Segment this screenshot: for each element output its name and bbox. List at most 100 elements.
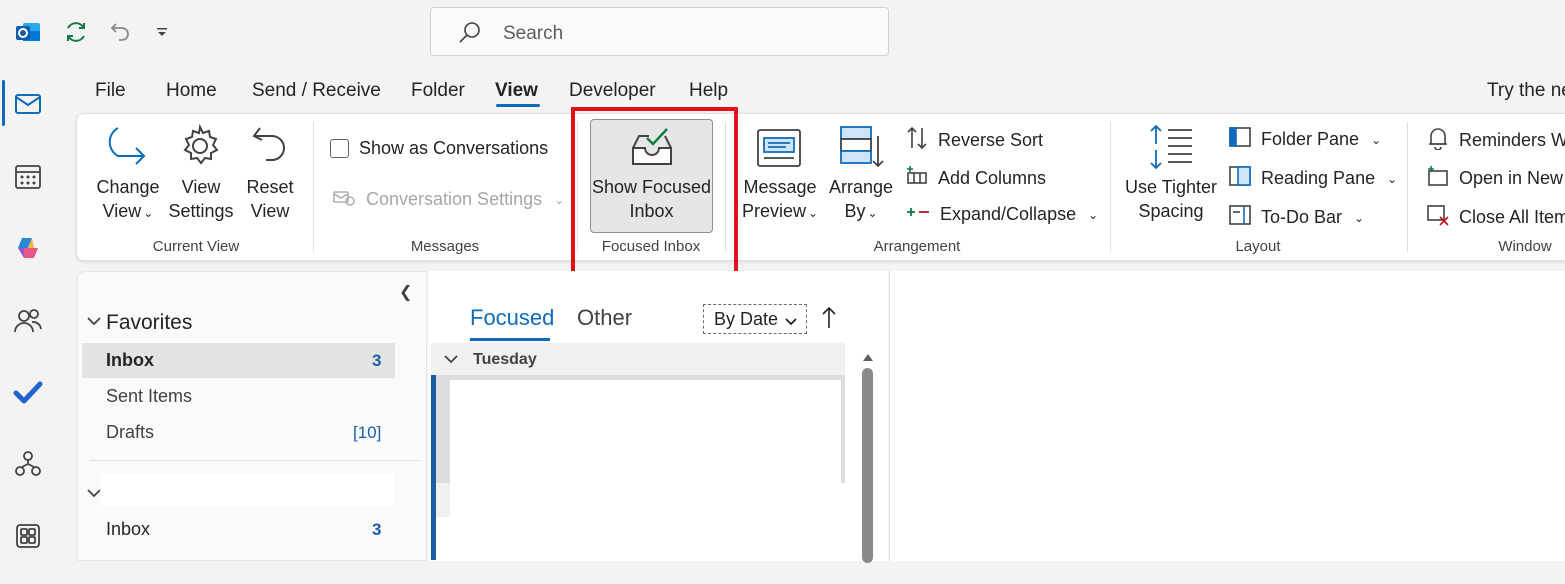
add-columns-button[interactable]: Add Columns [906,165,1046,192]
folder-item-sent-items[interactable]: Sent Items [106,386,192,407]
collapse-pane-icon[interactable]: ❮ [399,282,412,302]
group-label-window: Window [1498,238,1552,255]
chevron-down-icon: ⌄ [554,192,565,207]
todo-icon[interactable] [0,364,56,420]
mail-icon[interactable] [0,76,56,132]
favorites-label: Favorites [106,311,193,334]
search-placeholder: Search [503,23,564,44]
title-bar: Search [0,0,1565,68]
group-label-messages: Messages [410,238,480,255]
favorites-header[interactable]: Favorites [86,311,192,335]
show-focused-inbox-label-1: Show Focused [591,177,712,197]
search-input[interactable]: Search [430,7,889,56]
folder-item-account-inbox[interactable]: Inbox [106,519,150,540]
todo-bar-button[interactable]: To-Do Bar ⌄ [1229,204,1364,231]
ribbon-separator [1110,122,1111,252]
calendar-icon[interactable] [0,148,56,204]
change-view-label-1: Change [96,177,160,197]
folder-count-account-inbox: 3 [372,520,382,539]
reset-view-button[interactable]: Reset View [242,175,298,223]
more-apps-icon[interactable] [0,508,56,564]
chevron-down-icon: ⌄ [1371,132,1382,147]
copilot-icon[interactable] [0,220,56,276]
message-preview-button[interactable]: Message Preview ⌄ [740,175,820,225]
try-new-outlook-toggle[interactable]: Try the ne [1487,80,1565,102]
arrange-by-label-2: By [844,201,866,221]
focused-tab-underline [470,338,550,341]
sort-direction-icon[interactable] [820,306,838,335]
use-tighter-spacing-button[interactable]: Use Tighter Spacing [1122,175,1220,223]
chevron-down-icon [784,311,798,332]
reset-view-icon [248,124,292,173]
message-preview-label-2: Preview [741,201,806,221]
org-explorer-icon[interactable] [0,436,56,492]
day-group-header[interactable]: Tuesday [431,343,845,375]
reminders-window-button[interactable]: Reminders Wi [1427,126,1565,155]
undo-icon[interactable] [104,16,136,48]
close-all-items-label: Close All Item [1459,207,1565,227]
sort-by-label: By Date [714,309,779,329]
customize-qat-icon[interactable] [150,18,174,46]
folder-pane-button[interactable]: Folder Pane ⌄ [1229,126,1381,153]
tab-home[interactable]: Home [166,80,217,102]
account-name-redacted [100,474,394,506]
tighter-spacing-label-2: Spacing [1138,201,1204,221]
close-all-items-button[interactable]: Close All Item [1427,204,1565,231]
unread-indicator-bar [431,375,436,560]
people-icon[interactable] [0,292,56,348]
chevron-down-icon [443,352,459,370]
message-preview-icon [756,128,802,173]
tab-developer[interactable]: Developer [569,80,656,102]
active-tab-underline [496,104,540,107]
tab-focused[interactable]: Focused [470,305,554,331]
ribbon-separator [1407,122,1408,252]
conversation-settings-button[interactable]: Conversation Settings ⌄ [332,186,564,213]
folder-item-drafts[interactable]: Drafts [106,422,154,443]
scrollbar-thumb[interactable] [862,368,873,563]
tighter-spacing-label-1: Use Tighter [1124,177,1218,197]
tab-help[interactable]: Help [689,80,728,102]
ribbon-separator [313,122,314,252]
message-preview-redacted [450,380,841,518]
view-settings-button[interactable]: View Settings [168,175,234,223]
reset-view-label-1: Reset [246,177,294,197]
ribbon-separator [725,122,726,252]
sync-icon[interactable] [60,16,92,48]
chevron-down-icon: ⌄ [807,206,819,220]
scrollbar[interactable] [857,343,879,563]
view-settings-label-2: Settings [168,201,234,221]
tab-send-receive[interactable]: Send / Receive [252,80,381,102]
expand-collapse-icon [906,204,930,225]
reading-pane [889,271,1565,561]
show-focused-inbox-button[interactable]: Show Focused Inbox [590,119,713,233]
expand-collapse-button[interactable]: Expand/Collapse ⌄ [906,204,1098,225]
reading-pane-button[interactable]: Reading Pane ⌄ [1229,165,1397,192]
tab-file[interactable]: File [95,80,126,102]
change-view-label-2: View [102,201,142,221]
conversation-settings-label: Conversation Settings [366,189,543,209]
todo-bar-label: To-Do Bar [1261,207,1343,227]
change-view-icon [106,124,150,173]
chevron-down-icon [86,314,102,332]
open-in-new-label: Open in New W [1459,168,1565,188]
sort-by-dropdown[interactable]: By Date [703,304,807,334]
change-view-button[interactable]: Change View ⌄ [96,175,160,225]
group-label-arrangement: Arrangement [873,238,961,255]
outlook-logo-icon [12,16,44,48]
show-as-conversations-label: Show as Conversations [359,138,549,158]
arrange-by-button[interactable]: Arrange By ⌄ [828,175,894,225]
group-label-layout: Layout [1235,238,1281,255]
arrange-by-icon [838,124,886,177]
reminders-label: Reminders Wi [1459,130,1565,150]
tab-other[interactable]: Other [577,305,632,331]
reset-view-label-2: View [250,201,290,221]
tab-folder[interactable]: Folder [411,80,465,102]
show-as-conversations-checkbox[interactable]: Show as Conversations [330,138,548,159]
tab-view[interactable]: View [495,80,538,102]
scroll-up-icon[interactable] [862,349,874,367]
divider [90,460,420,461]
chevron-down-icon: ⌄ [1354,210,1365,225]
open-in-new-window-button[interactable]: Open in New W [1427,165,1565,192]
reading-pane-icon [1229,165,1251,192]
reverse-sort-button[interactable]: Reverse Sort [906,126,1043,155]
